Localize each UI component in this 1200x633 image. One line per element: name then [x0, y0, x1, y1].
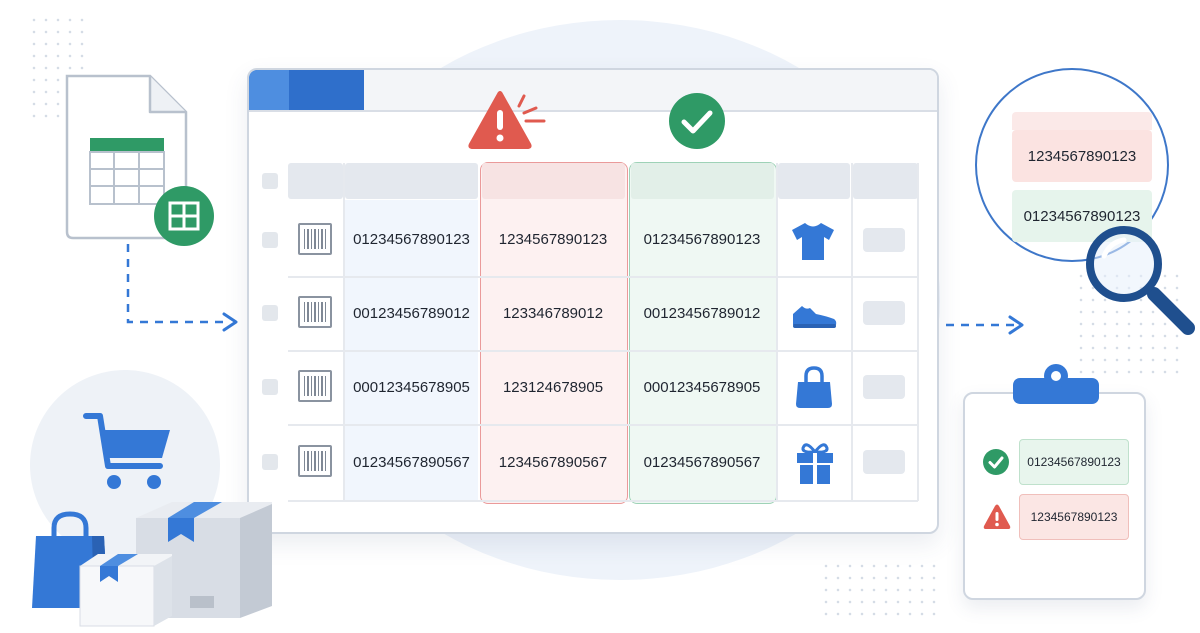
row-action-pill[interactable] [863, 450, 905, 474]
warning-icon [464, 88, 554, 150]
small-box-icon [78, 550, 174, 628]
export-arrow [944, 310, 1030, 340]
header-cell [853, 163, 918, 199]
tshirt-icon [790, 219, 836, 263]
table-icon [154, 186, 214, 246]
match-barcode-cell: 01234567890567 [643, 454, 761, 471]
barcode-icon [298, 370, 332, 402]
valid-check-icon [983, 449, 1009, 475]
active-tab-accent [249, 70, 289, 110]
mismatch-barcode-cell: 1234567890567 [498, 454, 608, 471]
row-divider [288, 350, 918, 352]
barcode-icon [298, 223, 332, 255]
mismatch-barcode-cell: 123346789012 [502, 305, 604, 322]
zoom-mismatch-value: 1234567890123 [1027, 148, 1137, 165]
column-divider [917, 163, 919, 501]
shopping-cart-icon [82, 410, 174, 494]
header-cell [482, 163, 625, 199]
column-divider [776, 163, 778, 501]
source-barcode-cell: 00012345678905 [353, 379, 470, 396]
gift-box-icon [794, 440, 836, 486]
source-barcode-cell: 01234567890123 [353, 231, 470, 248]
row-divider [288, 276, 918, 278]
row-action-pill[interactable] [863, 375, 905, 399]
row-checkbox[interactable] [262, 305, 278, 321]
dot-pattern [820, 560, 940, 620]
import-arrow [110, 238, 250, 338]
mismatch-column-highlight [480, 162, 628, 504]
row-checkbox[interactable] [262, 232, 278, 248]
barcode-icon [298, 445, 332, 477]
report-valid-value: 01234567890123 [1027, 455, 1121, 469]
magnifier-icon [1082, 222, 1200, 342]
row-divider [288, 424, 918, 426]
barcode-icon [298, 296, 332, 328]
row-checkbox[interactable] [262, 454, 278, 470]
check-icon [669, 93, 725, 149]
source-barcode-cell: 01234567890567 [353, 454, 470, 471]
clipboard-clip-hole [1051, 371, 1061, 381]
header-cell [345, 163, 478, 199]
row-action-pill[interactable] [863, 301, 905, 325]
zoom-mismatch-bg [1012, 112, 1152, 130]
handbag-icon [794, 364, 834, 410]
match-column-highlight [629, 162, 777, 504]
row-divider [288, 500, 918, 502]
match-barcode-cell: 00012345678905 [643, 379, 761, 396]
report-invalid-value: 1234567890123 [1030, 510, 1118, 524]
match-barcode-cell: 01234567890123 [643, 231, 761, 248]
row-checkbox[interactable] [262, 379, 278, 395]
invalid-warning-icon [982, 503, 1012, 531]
header-cell [778, 163, 850, 199]
source-barcode-cell: 00123456789012 [353, 305, 470, 322]
mismatch-barcode-cell: 1234567890123 [498, 231, 608, 248]
mismatch-barcode-cell: 123124678905 [502, 379, 604, 396]
header-cell [288, 163, 343, 199]
header-cell [631, 163, 774, 199]
row-action-pill[interactable] [863, 228, 905, 252]
column-divider [851, 163, 853, 501]
match-barcode-cell: 00123456789012 [643, 305, 761, 322]
column-divider [343, 163, 345, 501]
sneaker-icon [790, 298, 838, 330]
select-all-checkbox[interactable] [262, 173, 278, 189]
